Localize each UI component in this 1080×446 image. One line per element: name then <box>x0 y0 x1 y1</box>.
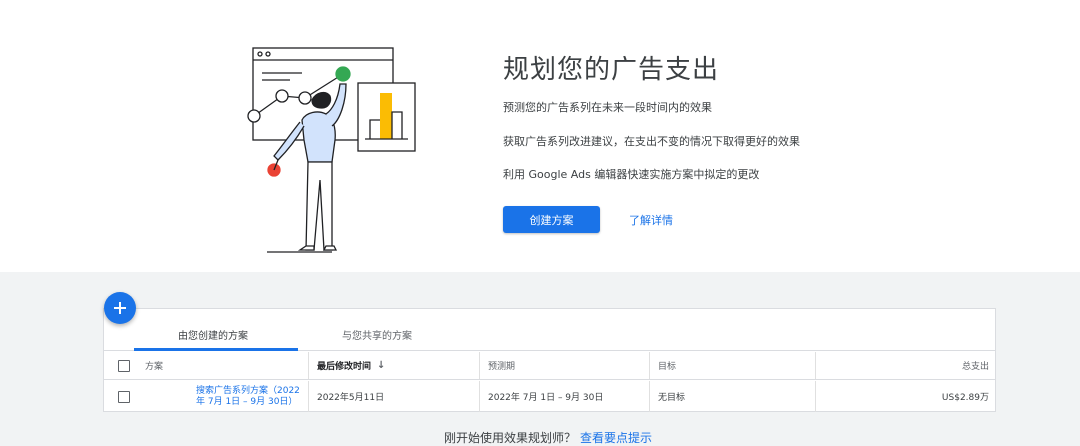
row-select-cell <box>104 381 136 412</box>
column-header-last-modified-label: 最后修改时间 <box>317 362 372 372</box>
target-cell: 无目标 <box>649 381 815 412</box>
total-spend-cell: US$2.89万 <box>815 381 995 412</box>
feature-suggestions-text: 获取广告系列改进建议，在支出不变的情况下取得更好的效果 <box>503 135 800 148</box>
tab-created-by-you[interactable]: 由您创建的方案 <box>178 327 248 342</box>
plus-icon <box>114 302 126 314</box>
column-header-last-modified[interactable]: 最后修改时间 ↓ <box>308 352 479 379</box>
forecast-period-cell: 2022年 7月 1日 – 9月 30日 <box>479 381 649 412</box>
hero-section: 规划您的广告支出 预测您的广告系列在未来一段时间内的效果 获取广告系列改进建议，… <box>0 0 1080 272</box>
column-header-plan: 方案 <box>145 362 164 372</box>
row-checkbox[interactable] <box>118 390 130 403</box>
select-all-cell <box>104 352 136 379</box>
active-tab-indicator <box>134 348 298 351</box>
table-row: 搜索广告系列方案（2022年 7月 1日 – 9月 30日） 2022年5月11… <box>104 381 995 412</box>
plans-table-card: 由您创建的方案 与您共享的方案 方案 最后修改时间 ↓ 预测期 目标 总支出 搜… <box>103 308 996 412</box>
page-title: 规划您的广告支出 <box>503 55 720 85</box>
create-plan-button[interactable]: 创建方案 <box>503 206 600 233</box>
last-modified-cell: 2022年5月11日 <box>308 381 479 412</box>
column-header-forecast-period: 预测期 <box>479 352 649 379</box>
footer-tip-text: 刚开始使用效果规划师？ <box>444 431 577 445</box>
table-header: 方案 最后修改时间 ↓ 预测期 目标 总支出 <box>104 352 995 380</box>
tab-shared-with-you[interactable]: 与您共享的方案 <box>342 327 412 342</box>
sort-arrow-down-icon: ↓ <box>377 360 386 371</box>
tips-link[interactable]: 查看要点提示 <box>580 431 652 445</box>
plans-tabs: 由您创建的方案 与您共享的方案 <box>104 309 995 351</box>
column-header-total-spend: 总支出 <box>815 352 995 379</box>
planner-illustration-icon <box>247 47 416 253</box>
column-header-target: 目标 <box>649 352 815 379</box>
select-all-checkbox[interactable] <box>118 359 130 372</box>
feature-editor-text: 利用 Google Ads 编辑器快速实施方案中拟定的更改 <box>503 168 760 181</box>
add-plan-button[interactable] <box>104 292 136 324</box>
footer-tip: 刚开始使用效果规划师？ 查看要点提示 <box>444 429 652 446</box>
feature-forecast-text: 预测您的广告系列在未来一段时间内的效果 <box>503 101 712 114</box>
plan-name-link[interactable]: 搜索广告系列方案（2022年 7月 1日 – 9月 30日） <box>136 386 308 408</box>
learn-more-link[interactable]: 了解详情 <box>629 212 673 228</box>
plan-name-cell: 搜索广告系列方案（2022年 7月 1日 – 9月 30日） <box>136 381 308 412</box>
